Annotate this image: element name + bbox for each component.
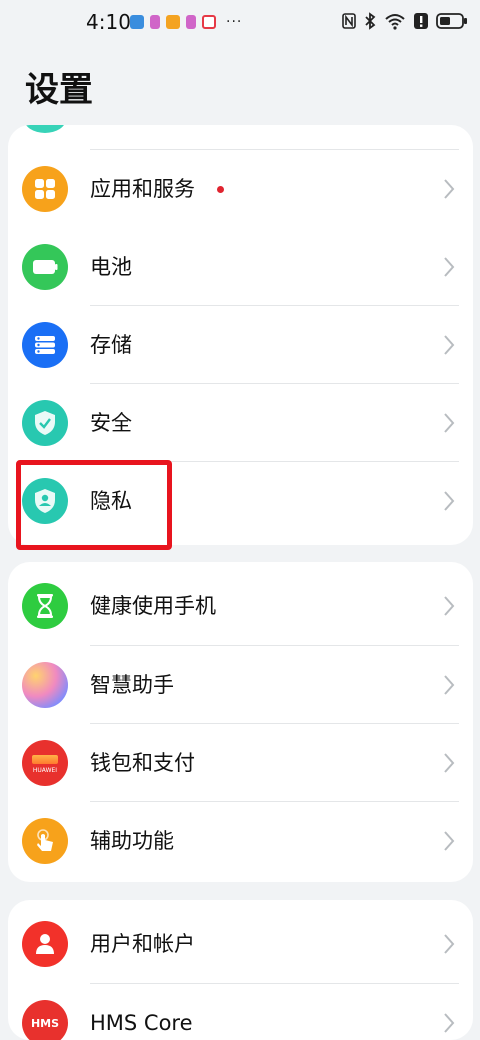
page-title: 设置 — [25, 70, 93, 110]
settings-item-label: 应用和服务 — [90, 177, 195, 201]
assistant-orb-icon — [22, 662, 68, 708]
settings-item-accessibility[interactable]: 辅助功能 — [8, 802, 473, 880]
nfc-icon — [342, 13, 356, 29]
settings-item-label: 健康使用手机 — [90, 594, 216, 618]
chevron-right-icon — [444, 934, 455, 954]
alert-icon — [414, 13, 428, 29]
notification-app-icon — [186, 15, 196, 29]
settings-group-3: 用户和帐户 HMS HMS Core — [8, 900, 473, 1040]
status-bar: 4:10 ··· — [0, 0, 480, 44]
system-icons — [342, 12, 468, 30]
settings-item-label: 存储 — [90, 333, 132, 357]
chevron-right-icon — [444, 491, 455, 511]
battery-icon — [22, 244, 68, 290]
apps-icon — [22, 166, 68, 212]
chevron-right-icon — [444, 596, 455, 616]
chevron-right-icon — [444, 675, 455, 695]
settings-item-label: 电池 — [90, 255, 132, 279]
wallet-brand-text: HUAWEI — [32, 766, 58, 774]
shield-check-icon — [22, 400, 68, 446]
storage-icon — [22, 322, 68, 368]
settings-item-smart-assistant[interactable]: 智慧助手 — [8, 646, 473, 724]
notification-app-icon — [150, 15, 160, 29]
notification-icons: ··· — [130, 14, 242, 30]
settings-item-users-accounts[interactable]: 用户和帐户 — [8, 905, 473, 983]
settings-item-wallet-payment[interactable]: HUAWEI 钱包和支付 — [8, 724, 473, 802]
chevron-right-icon — [444, 831, 455, 851]
highlight-box — [16, 460, 172, 550]
user-icon — [22, 921, 68, 967]
notification-app-icon — [130, 15, 144, 29]
settings-item-security[interactable]: 安全 — [8, 384, 473, 462]
notification-app-icon — [202, 15, 216, 29]
chevron-right-icon — [444, 1013, 455, 1033]
settings-item-label: HMS Core — [90, 1011, 193, 1035]
wifi-icon — [385, 14, 405, 30]
chevron-right-icon — [444, 335, 455, 355]
wallet-card-shape — [32, 754, 58, 764]
settings-item-hms-core[interactable]: HMS HMS Core — [8, 984, 473, 1040]
settings-item-label: 安全 — [90, 411, 132, 435]
chevron-right-icon — [444, 179, 455, 199]
status-time: 4:10 — [86, 10, 131, 34]
settings-item-digital-balance[interactable]: 健康使用手机 — [8, 567, 473, 645]
new-badge — [217, 186, 224, 193]
settings-group-2: 健康使用手机 智慧助手 HUAWEI 钱包和支付 辅助功能 — [8, 562, 473, 882]
settings-item-label: 用户和帐户 — [90, 932, 195, 956]
accessibility-hand-icon — [22, 818, 68, 864]
partial-item-icon — [24, 125, 66, 133]
wallet-icon: HUAWEI — [22, 740, 68, 786]
bluetooth-icon — [365, 12, 376, 30]
settings-item-label: 钱包和支付 — [90, 751, 195, 775]
settings-item-storage[interactable]: 存储 — [8, 306, 473, 384]
settings-item-battery[interactable]: 电池 — [8, 228, 473, 306]
settings-item-label: 辅助功能 — [90, 829, 174, 853]
chevron-right-icon — [444, 257, 455, 277]
chevron-right-icon — [444, 413, 455, 433]
notification-app-icon — [166, 15, 180, 29]
chevron-right-icon — [444, 753, 455, 773]
hms-icon-text: HMS — [30, 1016, 60, 1030]
hms-core-icon: HMS — [22, 1000, 68, 1040]
more-notifications-icon: ··· — [226, 14, 243, 30]
settings-item-apps-services[interactable]: 应用和服务 — [8, 150, 473, 228]
settings-item-label: 智慧助手 — [90, 673, 174, 697]
hourglass-icon — [22, 583, 68, 629]
battery-status-icon — [436, 13, 467, 29]
